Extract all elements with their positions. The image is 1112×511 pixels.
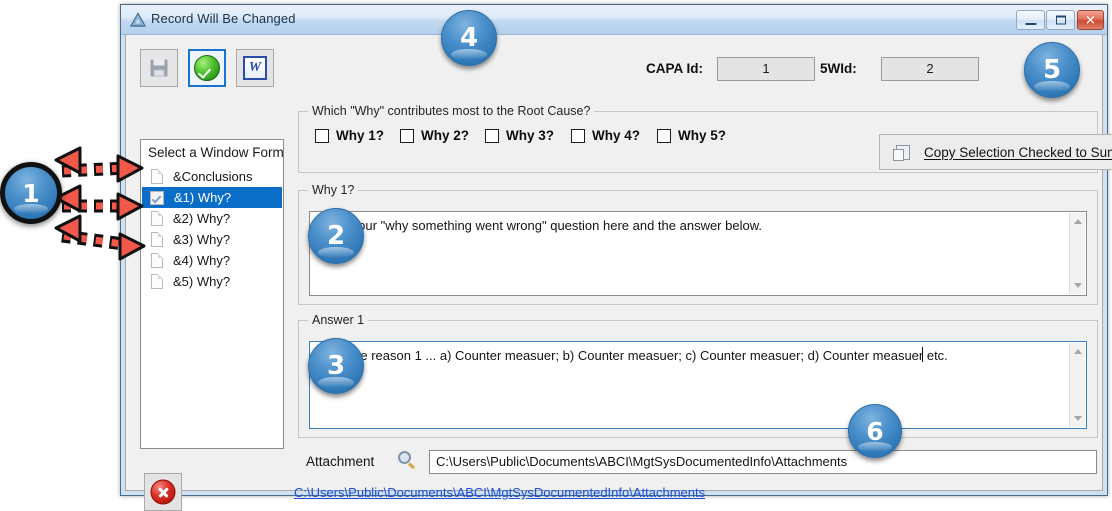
checkbox-label: Why 5? bbox=[678, 128, 727, 143]
delete-button[interactable] bbox=[144, 473, 182, 511]
callout-badge-1: 1 bbox=[0, 162, 62, 224]
copy-selection-label: Copy Selection Checked to Summary Conclu… bbox=[924, 144, 1112, 160]
window-form-list[interactable]: Select a Window Form &Conclusions &1) Wh… bbox=[140, 139, 284, 449]
dialog-window: Record Will Be Changed ✕ W CAPA Id: 1 5W… bbox=[120, 4, 1112, 511]
warning-triangle-icon bbox=[130, 12, 146, 27]
list-item-label: &4) Why? bbox=[173, 253, 231, 268]
list-item-why1[interactable]: &1) Why? bbox=[142, 187, 282, 208]
document-icon bbox=[151, 232, 163, 247]
title-bar[interactable]: Record Will Be Changed ✕ bbox=[121, 5, 1107, 35]
checkbox-why3[interactable]: Why 3? bbox=[485, 128, 554, 143]
list-item-label: &5) Why? bbox=[173, 274, 231, 289]
save-button[interactable] bbox=[140, 49, 178, 87]
answer-textarea[interactable]: Because reason 1 ... a) Counter measuer;… bbox=[309, 341, 1087, 429]
checkbox-why5[interactable]: Why 5? bbox=[657, 128, 726, 143]
answer-textarea-value: Because reason 1 ... a) Counter measuer;… bbox=[317, 348, 948, 363]
list-item-why2[interactable]: &2) Why? bbox=[142, 208, 282, 229]
list-item-conclusions[interactable]: &Conclusions bbox=[142, 166, 282, 187]
callout-badge-2: 2 bbox=[308, 208, 364, 264]
list-item-label: &1) Why? bbox=[174, 190, 232, 205]
attachment-label: Attachment bbox=[306, 454, 375, 469]
copy-selection-button[interactable]: Copy Selection Checked to Summary Conclu… bbox=[879, 134, 1112, 170]
minimize-icon bbox=[1025, 22, 1036, 25]
checkbox-label: Why 4? bbox=[592, 128, 641, 143]
list-item-why4[interactable]: &4) Why? bbox=[142, 250, 282, 271]
list-item-why3[interactable]: &3) Why? bbox=[142, 229, 282, 250]
close-button[interactable]: ✕ bbox=[1077, 10, 1104, 30]
document-icon bbox=[151, 274, 163, 289]
why-textarea-value: Enter your "why something went wrong" qu… bbox=[317, 218, 762, 233]
maximize-icon bbox=[1055, 15, 1066, 25]
attachment-path-value: C:\Users\Public\Documents\ABCI\MgtSysDoc… bbox=[436, 454, 848, 469]
callout-badge-5: 5 bbox=[1024, 42, 1080, 98]
fivew-id-field[interactable]: 2 bbox=[881, 57, 979, 81]
checkbox-icon bbox=[571, 128, 585, 143]
answer-legend: Answer 1 bbox=[308, 313, 369, 327]
magnifier-handle bbox=[408, 462, 416, 469]
attachment-folder-link[interactable]: C:\Users\Public\Documents\ABCI\MgtSysDoc… bbox=[294, 485, 705, 500]
document-icon bbox=[151, 211, 163, 226]
word-document-icon: W bbox=[243, 56, 267, 80]
close-icon: ✕ bbox=[1085, 12, 1096, 28]
capa-id-label: CAPA Id: bbox=[646, 61, 703, 76]
maximize-button[interactable] bbox=[1046, 10, 1075, 30]
answer-scrollbar[interactable] bbox=[1069, 343, 1085, 427]
checkbox-label: Why 2? bbox=[421, 128, 470, 143]
checkbox-why2[interactable]: Why 2? bbox=[400, 128, 469, 143]
list-item-why5[interactable]: &5) Why? bbox=[142, 271, 282, 292]
document-icon bbox=[151, 169, 163, 184]
export-word-button[interactable]: W bbox=[236, 49, 274, 87]
window-form-list-header: Select a Window Form bbox=[148, 145, 284, 160]
text-caret bbox=[922, 347, 923, 362]
which-why-group: Which "Why" contributes most to the Root… bbox=[298, 104, 1112, 173]
which-why-legend: Which "Why" contributes most to the Root… bbox=[308, 104, 595, 118]
minimize-button[interactable] bbox=[1016, 10, 1045, 30]
list-item-label: &Conclusions bbox=[173, 169, 253, 184]
why-scrollbar[interactable] bbox=[1069, 213, 1085, 294]
checkbox-icon bbox=[315, 128, 329, 143]
checkbox-icon bbox=[485, 128, 499, 143]
list-item-label: &3) Why? bbox=[173, 232, 231, 247]
copy-icon bbox=[893, 144, 910, 161]
checkbox-why4[interactable]: Why 4? bbox=[571, 128, 640, 143]
floppy-disk-icon bbox=[150, 59, 168, 77]
checkbox-icon bbox=[150, 190, 164, 205]
capa-id-field[interactable]: 1 bbox=[717, 57, 815, 81]
green-check-icon bbox=[194, 55, 220, 81]
callout-badge-3: 3 bbox=[308, 338, 364, 394]
chevron-up-icon[interactable] bbox=[1073, 219, 1082, 224]
attachment-input[interactable]: C:\Users\Public\Documents\ABCI\MgtSysDoc… bbox=[429, 450, 1097, 474]
window-title: Record Will Be Changed bbox=[151, 11, 296, 26]
chevron-up-icon[interactable] bbox=[1073, 349, 1082, 354]
checkbox-why1[interactable]: Why 1? bbox=[315, 128, 384, 143]
red-x-circle-icon bbox=[150, 479, 176, 505]
checkbox-label: Why 1? bbox=[336, 128, 385, 143]
checkbox-label: Why 3? bbox=[506, 128, 555, 143]
list-item-label: &2) Why? bbox=[173, 211, 231, 226]
magnifier-icon[interactable] bbox=[398, 451, 418, 471]
callout-badge-4: 4 bbox=[441, 10, 497, 66]
callout-badge-6: 6 bbox=[848, 404, 902, 458]
document-icon bbox=[151, 253, 163, 268]
fivew-id-label: 5WId: bbox=[820, 61, 857, 76]
checkbox-icon bbox=[657, 128, 671, 143]
dialog-client-area: W CAPA Id: 1 5WId: 2 Select a Window For… bbox=[125, 35, 1112, 511]
chevron-down-icon[interactable] bbox=[1073, 283, 1082, 288]
why-textarea[interactable]: Enter your "why something went wrong" qu… bbox=[309, 211, 1087, 296]
why-legend: Why 1? bbox=[308, 183, 359, 197]
chevron-down-icon[interactable] bbox=[1073, 416, 1082, 421]
confirm-button[interactable] bbox=[188, 49, 226, 87]
word-glyph: W bbox=[248, 60, 262, 75]
checkbox-icon bbox=[400, 128, 414, 143]
